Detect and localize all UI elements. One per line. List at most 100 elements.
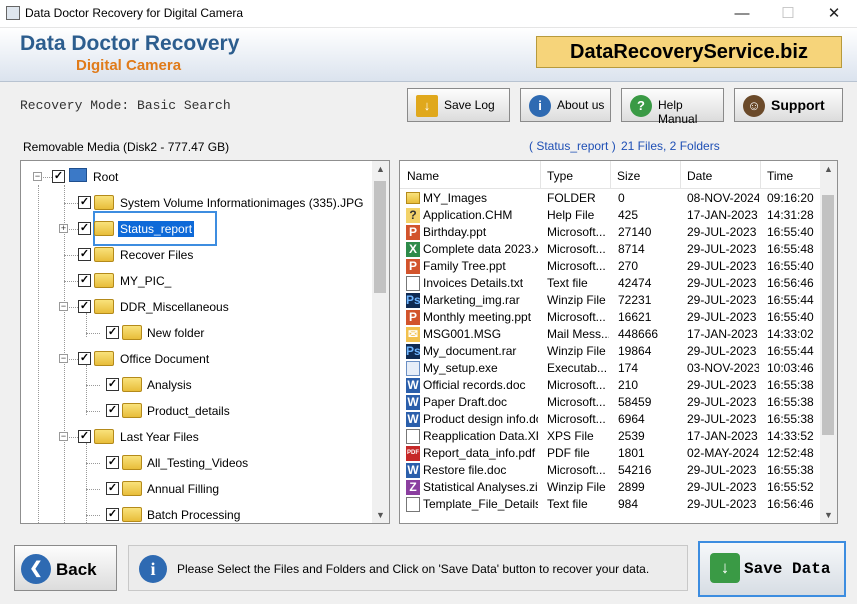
tree-scrollbar[interactable]: ▲ ▼ — [372, 161, 389, 523]
table-row[interactable]: Ps Marketing_img.rar Winzip File 72231 29-JU… — [400, 291, 820, 308]
tree-checkbox[interactable]: ✓ — [78, 196, 91, 209]
save-log-button[interactable]: ↓ Save Log — [407, 88, 510, 122]
root-label: Root — [93, 170, 119, 184]
table-row[interactable]: ✉ MSG001.MSG Mail Mess... 448666 17-JAN-2023… — [400, 325, 820, 342]
tree-checkbox[interactable]: ✓ — [106, 456, 119, 469]
tree-item[interactable]: − ✓ Office Document — [21, 349, 371, 369]
table-row[interactable]: P Monthly meeting.ppt Microsoft... 16621 29-… — [400, 308, 820, 325]
about-us-button[interactable]: i About us — [520, 88, 611, 122]
cell-date: 29-JUL-2023 — [687, 225, 757, 239]
header-banner: Data Doctor Recovery Digital Camera Data… — [0, 28, 857, 82]
tree-checkbox[interactable]: ✓ — [78, 430, 91, 443]
folder-tree[interactable]: − ✓ Root ✓ System Volume Informationimag… — [20, 160, 390, 524]
tree-item[interactable]: ✓ All_Testing_Videos — [21, 453, 371, 473]
exe-icon — [406, 361, 420, 376]
table-row[interactable]: W Restore file.doc Microsoft... 54216 29-JUL… — [400, 461, 820, 478]
current-folder-label: ( Status_report ) — [529, 139, 616, 153]
column-type[interactable]: Type — [547, 169, 573, 183]
tree-item[interactable]: ✓ New folder — [21, 323, 371, 343]
tree-checkbox[interactable]: ✓ — [106, 326, 119, 339]
tree-checkbox[interactable]: ✓ — [106, 378, 119, 391]
window-title: Data Doctor Recovery for Digital Camera — [25, 6, 244, 20]
support-button[interactable]: ☺ Support — [734, 88, 843, 122]
tree-item[interactable]: ✓ Analysis — [21, 375, 371, 395]
tree-checkbox[interactable]: ✓ — [106, 404, 119, 417]
cell-name: Paper Draft.doc — [423, 395, 508, 409]
tree-checkbox[interactable]: ✓ — [78, 300, 91, 313]
column-size[interactable]: Size — [617, 169, 640, 183]
scroll-up-icon[interactable]: ▲ — [372, 161, 389, 177]
list-scrollbar[interactable]: ▲ ▼ — [820, 161, 837, 523]
scroll-thumb[interactable] — [822, 195, 834, 435]
table-row[interactable]: W Official records.doc Microsoft... 210 29-J… — [400, 376, 820, 393]
table-row[interactable]: Reapplication Data.XPS XPS File 2539 17-JAN… — [400, 427, 820, 444]
column-time[interactable]: Time — [767, 169, 793, 183]
tree-checkbox[interactable]: ✓ — [78, 248, 91, 261]
expand-toggle-icon[interactable]: + — [59, 224, 68, 233]
file-list[interactable]: Name Type Size Date Time MY_Images FOLDER… — [399, 160, 838, 524]
table-row[interactable]: W Paper Draft.doc Microsoft... 58459 29-JUL-… — [400, 393, 820, 410]
cell-name: Application.CHM — [423, 208, 513, 222]
scroll-down-icon[interactable]: ▼ — [372, 507, 389, 523]
column-date[interactable]: Date — [687, 169, 712, 183]
table-row[interactable]: W Product design info.doc Microsoft... 6964… — [400, 410, 820, 427]
cell-date: 29-JUL-2023 — [687, 293, 757, 307]
cell-time: 16:56:46 — [767, 497, 814, 511]
tree-item[interactable]: ✓ Batch Processing — [21, 505, 371, 523]
tree-item[interactable]: − ✓ Last Year Files — [21, 427, 371, 447]
help-manual-button[interactable]: ? Help Manual — [621, 88, 724, 126]
table-row[interactable]: Invoices Details.txt Text file 42474 29-JUL… — [400, 274, 820, 291]
table-row[interactable]: My_setup.exe Executab... 174 03-NOV-2023 10:… — [400, 359, 820, 376]
tree-checkbox[interactable]: ✓ — [106, 508, 119, 521]
file-count-label: 21 Files, 2 Folders — [621, 139, 720, 153]
table-row[interactable]: ? Application.CHM Help File 425 17-JAN-2023 1… — [400, 206, 820, 223]
computer-icon — [69, 168, 87, 182]
tree-item-selected[interactable]: + ✓ Status_report — [21, 219, 371, 239]
cell-time: 16:55:38 — [767, 395, 814, 409]
collapse-toggle-icon[interactable]: − — [59, 354, 68, 363]
table-row[interactable]: Template_File_Details... Text file 984 29-J… — [400, 495, 820, 512]
back-button[interactable]: ❮ Back — [14, 545, 117, 591]
close-button[interactable]: ✕ — [811, 0, 857, 28]
table-row[interactable]: PDF Report_data_info.pdf PDF file 1801 02-MA… — [400, 444, 820, 461]
tree-checkbox[interactable]: ✓ — [78, 222, 91, 235]
tree-item[interactable]: ✓ MY_PIC_ — [21, 271, 371, 291]
tree-item-label: Office Document — [120, 352, 210, 366]
column-name[interactable]: Name — [407, 169, 439, 183]
collapse-toggle-icon[interactable]: − — [59, 302, 68, 311]
maximize-button[interactable]: ☐ — [765, 0, 811, 28]
tree-item[interactable]: ✓ Recover Files — [21, 245, 371, 265]
scroll-up-icon[interactable]: ▲ — [820, 161, 837, 177]
tree-item[interactable]: ✓ Product_details — [21, 401, 371, 421]
table-row[interactable]: X Complete data 2023.xls Microsoft... 8714 2… — [400, 240, 820, 257]
scroll-thumb[interactable] — [374, 181, 386, 293]
table-row[interactable]: P Birthday.ppt Microsoft... 27140 29-JUL-202… — [400, 223, 820, 240]
cell-date: 29-JUL-2023 — [687, 242, 757, 256]
table-row[interactable]: P Family Tree.ppt Microsoft... 270 29-JUL-20… — [400, 257, 820, 274]
table-row[interactable]: Ps My_document.rar Winzip File 19864 29-JUL-… — [400, 342, 820, 359]
collapse-toggle-icon[interactable]: − — [33, 172, 42, 181]
tree-root[interactable]: − ✓ Root — [21, 167, 371, 187]
cell-name: Birthday.ppt — [423, 225, 487, 239]
scroll-down-icon[interactable]: ▼ — [820, 507, 837, 523]
cell-type: Winzip File — [547, 344, 606, 358]
table-row[interactable]: Z Statistical Analyses.zip Winzip File 2899… — [400, 478, 820, 495]
tree-item[interactable]: ✓ System Volume Informationimages (335).… — [21, 193, 371, 213]
tree-checkbox[interactable]: ✓ — [78, 352, 91, 365]
cell-date: 17-JAN-2023 — [687, 327, 758, 341]
tree-checkbox[interactable]: ✓ — [106, 482, 119, 495]
cell-size: 1801 — [618, 446, 645, 460]
minimize-button[interactable]: — — [719, 0, 765, 28]
cell-size: 2539 — [618, 429, 645, 443]
save-data-button[interactable]: ↓ Save Data — [698, 541, 846, 597]
root-checkbox[interactable]: ✓ — [52, 170, 65, 183]
support-label: Support — [771, 97, 825, 113]
cell-date: 29-JUL-2023 — [687, 344, 757, 358]
tree-item[interactable]: ✓ Annual Filling — [21, 479, 371, 499]
cell-type: Text file — [547, 276, 588, 290]
tree-item[interactable]: − ✓ DDR_Miscellaneous — [21, 297, 371, 317]
help-icon: ? — [630, 95, 652, 117]
table-row[interactable]: MY_Images FOLDER 0 08-NOV-2024 09:16:20 — [400, 189, 820, 206]
tree-checkbox[interactable]: ✓ — [78, 274, 91, 287]
collapse-toggle-icon[interactable]: − — [59, 432, 68, 441]
